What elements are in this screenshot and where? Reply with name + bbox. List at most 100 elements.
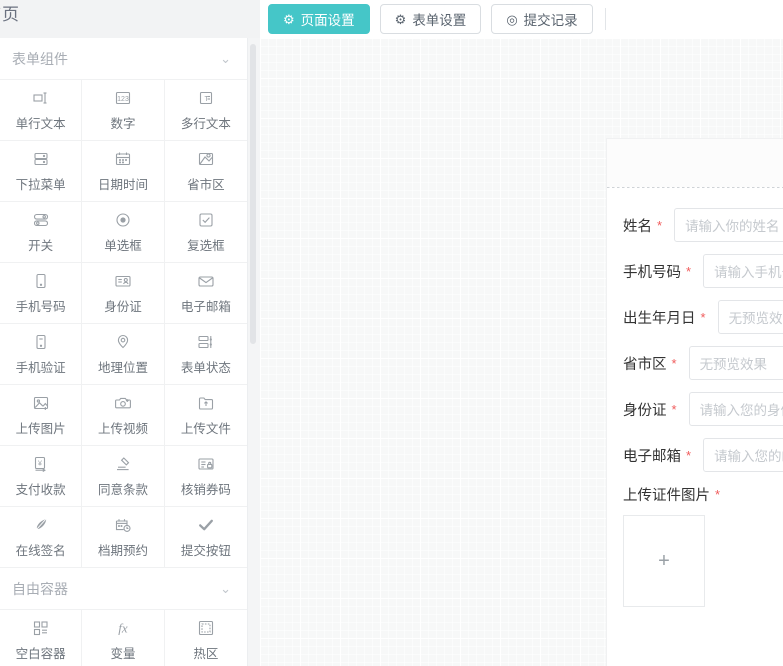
sidebar-scrollbar-thumb[interactable]	[250, 44, 256, 344]
id-card-input[interactable]: 请输入您的身份证	[688, 392, 783, 426]
chevron-down-icon: ⌄	[220, 580, 231, 596]
region-input[interactable]: 无预览效果	[688, 346, 783, 380]
schedule-booking-icon	[113, 516, 132, 535]
component-label: 提交按钮	[180, 543, 231, 558]
component-dropdown[interactable]: 下拉菜单	[0, 141, 83, 202]
component-agree-terms[interactable]: 同意条款	[82, 446, 165, 507]
component-label: 上传视频	[97, 421, 148, 436]
coupon-code-icon	[196, 455, 215, 474]
component-submit-button[interactable]: 提交按钮	[164, 507, 247, 568]
component-email[interactable]: 电子邮箱	[164, 263, 247, 324]
component-phone-verify[interactable]: 手机验证	[0, 324, 83, 385]
component-sidebar[interactable]: 表单组件 ⌄ 单行文本 123 数字 T 多行文本 下拉菜单 日期时间 省市区 …	[0, 38, 247, 666]
email-input[interactable]: 请输入您的邮箱	[703, 438, 783, 472]
form-preview-body: 姓名 * 请输入你的姓名 手机号码 * 请输入手机号码 出生年月日 *	[607, 188, 783, 645]
form-preview-panel[interactable]: 信息登记 姓名 * 请输入你的姓名 手机号码 * 请输入手机号码	[607, 139, 783, 666]
component-hotspot[interactable]: 热区	[164, 610, 247, 666]
field-label: 省市区 *	[623, 353, 677, 374]
field-label-text: 手机号码	[623, 264, 681, 281]
payment-icon: ¥	[31, 455, 50, 474]
phone-icon	[31, 272, 50, 291]
component-upload-video[interactable]: 上传视频	[82, 385, 165, 446]
birthdate-input[interactable]: 无预览效果	[717, 300, 783, 334]
multi-line-text-icon: T	[196, 89, 215, 108]
top-bar: 首页 ⚙ 页面设置 ⚙ 表单设置 ◎ 提交记录	[0, 0, 783, 38]
component-switch[interactable]: 开关	[0, 202, 83, 263]
component-number[interactable]: 123 数字	[82, 80, 165, 141]
component-upload-file[interactable]: 上传文件	[164, 385, 247, 446]
image-upload-dropzone[interactable]: +	[623, 515, 705, 607]
blank-container-icon	[31, 619, 50, 638]
component-label: 档期预约	[97, 543, 148, 558]
component-signature[interactable]: 在线签名	[0, 507, 83, 568]
component-payment[interactable]: ¥ 支付收款	[0, 446, 83, 507]
gear-icon: ⚙	[283, 11, 295, 27]
required-marker: *	[686, 447, 692, 463]
page-settings-button[interactable]: ⚙ 页面设置	[268, 4, 370, 34]
component-datetime[interactable]: 日期时间	[82, 141, 165, 202]
component-label: 地理位置	[97, 360, 148, 375]
free-container-grid: 空白容器 fx 变量 热区	[0, 610, 247, 666]
field-row-birthdate: 出生年月日 * 无预览效果	[607, 294, 783, 340]
component-label: 表单状态	[180, 360, 231, 375]
id-card-icon	[113, 272, 132, 291]
design-canvas[interactable]: 信息登记 姓名 * 请输入你的姓名 手机号码 * 请输入手机号码	[260, 38, 783, 666]
phone-input[interactable]: 请输入手机号码	[703, 254, 783, 288]
field-row-phone: 手机号码 * 请输入手机号码	[607, 248, 783, 294]
component-location[interactable]: 地理位置	[82, 324, 165, 385]
component-label: 上传文件	[180, 421, 231, 436]
component-id-card[interactable]: 身份证	[82, 263, 165, 324]
component-region[interactable]: 省市区	[164, 141, 247, 202]
component-label: 变量	[110, 646, 136, 661]
email-icon	[196, 272, 215, 291]
component-label: 开关	[28, 238, 54, 253]
location-pin-icon	[113, 333, 132, 352]
form-settings-button[interactable]: ⚙ 表单设置	[379, 4, 482, 34]
field-label-text: 姓名	[623, 218, 652, 235]
component-multi-line-text[interactable]: T 多行文本	[164, 80, 247, 141]
section-header-free-container[interactable]: 自由容器 ⌄	[0, 568, 247, 610]
component-label: 上传图片	[15, 421, 66, 436]
checkbox-icon	[196, 211, 215, 230]
component-label: 同意条款	[97, 482, 148, 497]
required-marker: *	[700, 309, 706, 325]
component-phone[interactable]: 手机号码	[0, 263, 83, 324]
page-settings-label: 页面设置	[300, 13, 355, 28]
field-label: 电子邮箱 *	[623, 445, 691, 466]
submit-records-button[interactable]: ◎ 提交记录	[491, 4, 593, 34]
field-label-text: 电子邮箱	[623, 448, 681, 465]
component-form-status[interactable]: 表单状态	[164, 324, 247, 385]
variable-fx-icon: fx	[113, 619, 132, 638]
component-label: 单行文本	[15, 116, 66, 131]
component-blank-container[interactable]: 空白容器	[0, 610, 83, 666]
component-radio[interactable]: 单选框	[82, 202, 165, 263]
component-label: 单选框	[104, 238, 142, 253]
plus-icon: +	[658, 549, 670, 572]
component-label: 核销券码	[180, 482, 231, 497]
name-input[interactable]: 请输入你的姓名	[674, 208, 783, 242]
field-label: 姓名 *	[623, 215, 662, 236]
component-checkbox[interactable]: 复选框	[164, 202, 247, 263]
component-label: 电子邮箱	[180, 299, 231, 314]
svg-text:¥: ¥	[38, 461, 42, 468]
tab-home[interactable]: 首页	[0, 2, 20, 28]
field-label: 上传证件图片 *	[623, 484, 783, 505]
field-label: 出生年月日 *	[623, 307, 706, 328]
component-label: 手机号码	[15, 299, 66, 314]
section-header-form-components[interactable]: 表单组件 ⌄	[0, 38, 247, 80]
component-upload-image[interactable]: 上传图片	[0, 385, 83, 446]
agreement-row: ✓ 是否同意条款	[607, 607, 783, 645]
component-coupon-code[interactable]: 核销券码	[164, 446, 247, 507]
required-marker: *	[671, 355, 677, 371]
required-marker: *	[686, 263, 692, 279]
field-label-text: 身份证	[623, 402, 667, 419]
field-row-name: 姓名 * 请输入你的姓名	[607, 202, 783, 248]
field-label-text: 上传证件图片	[623, 488, 710, 504]
component-variable[interactable]: fx 变量	[82, 610, 165, 666]
component-label: 下拉菜单	[15, 177, 66, 192]
switch-icon	[31, 211, 50, 230]
component-schedule-booking[interactable]: 档期预约	[82, 507, 165, 568]
section-title: 表单组件	[12, 50, 68, 67]
component-label: 热区	[193, 646, 219, 661]
component-single-line-text[interactable]: 单行文本	[0, 80, 83, 141]
